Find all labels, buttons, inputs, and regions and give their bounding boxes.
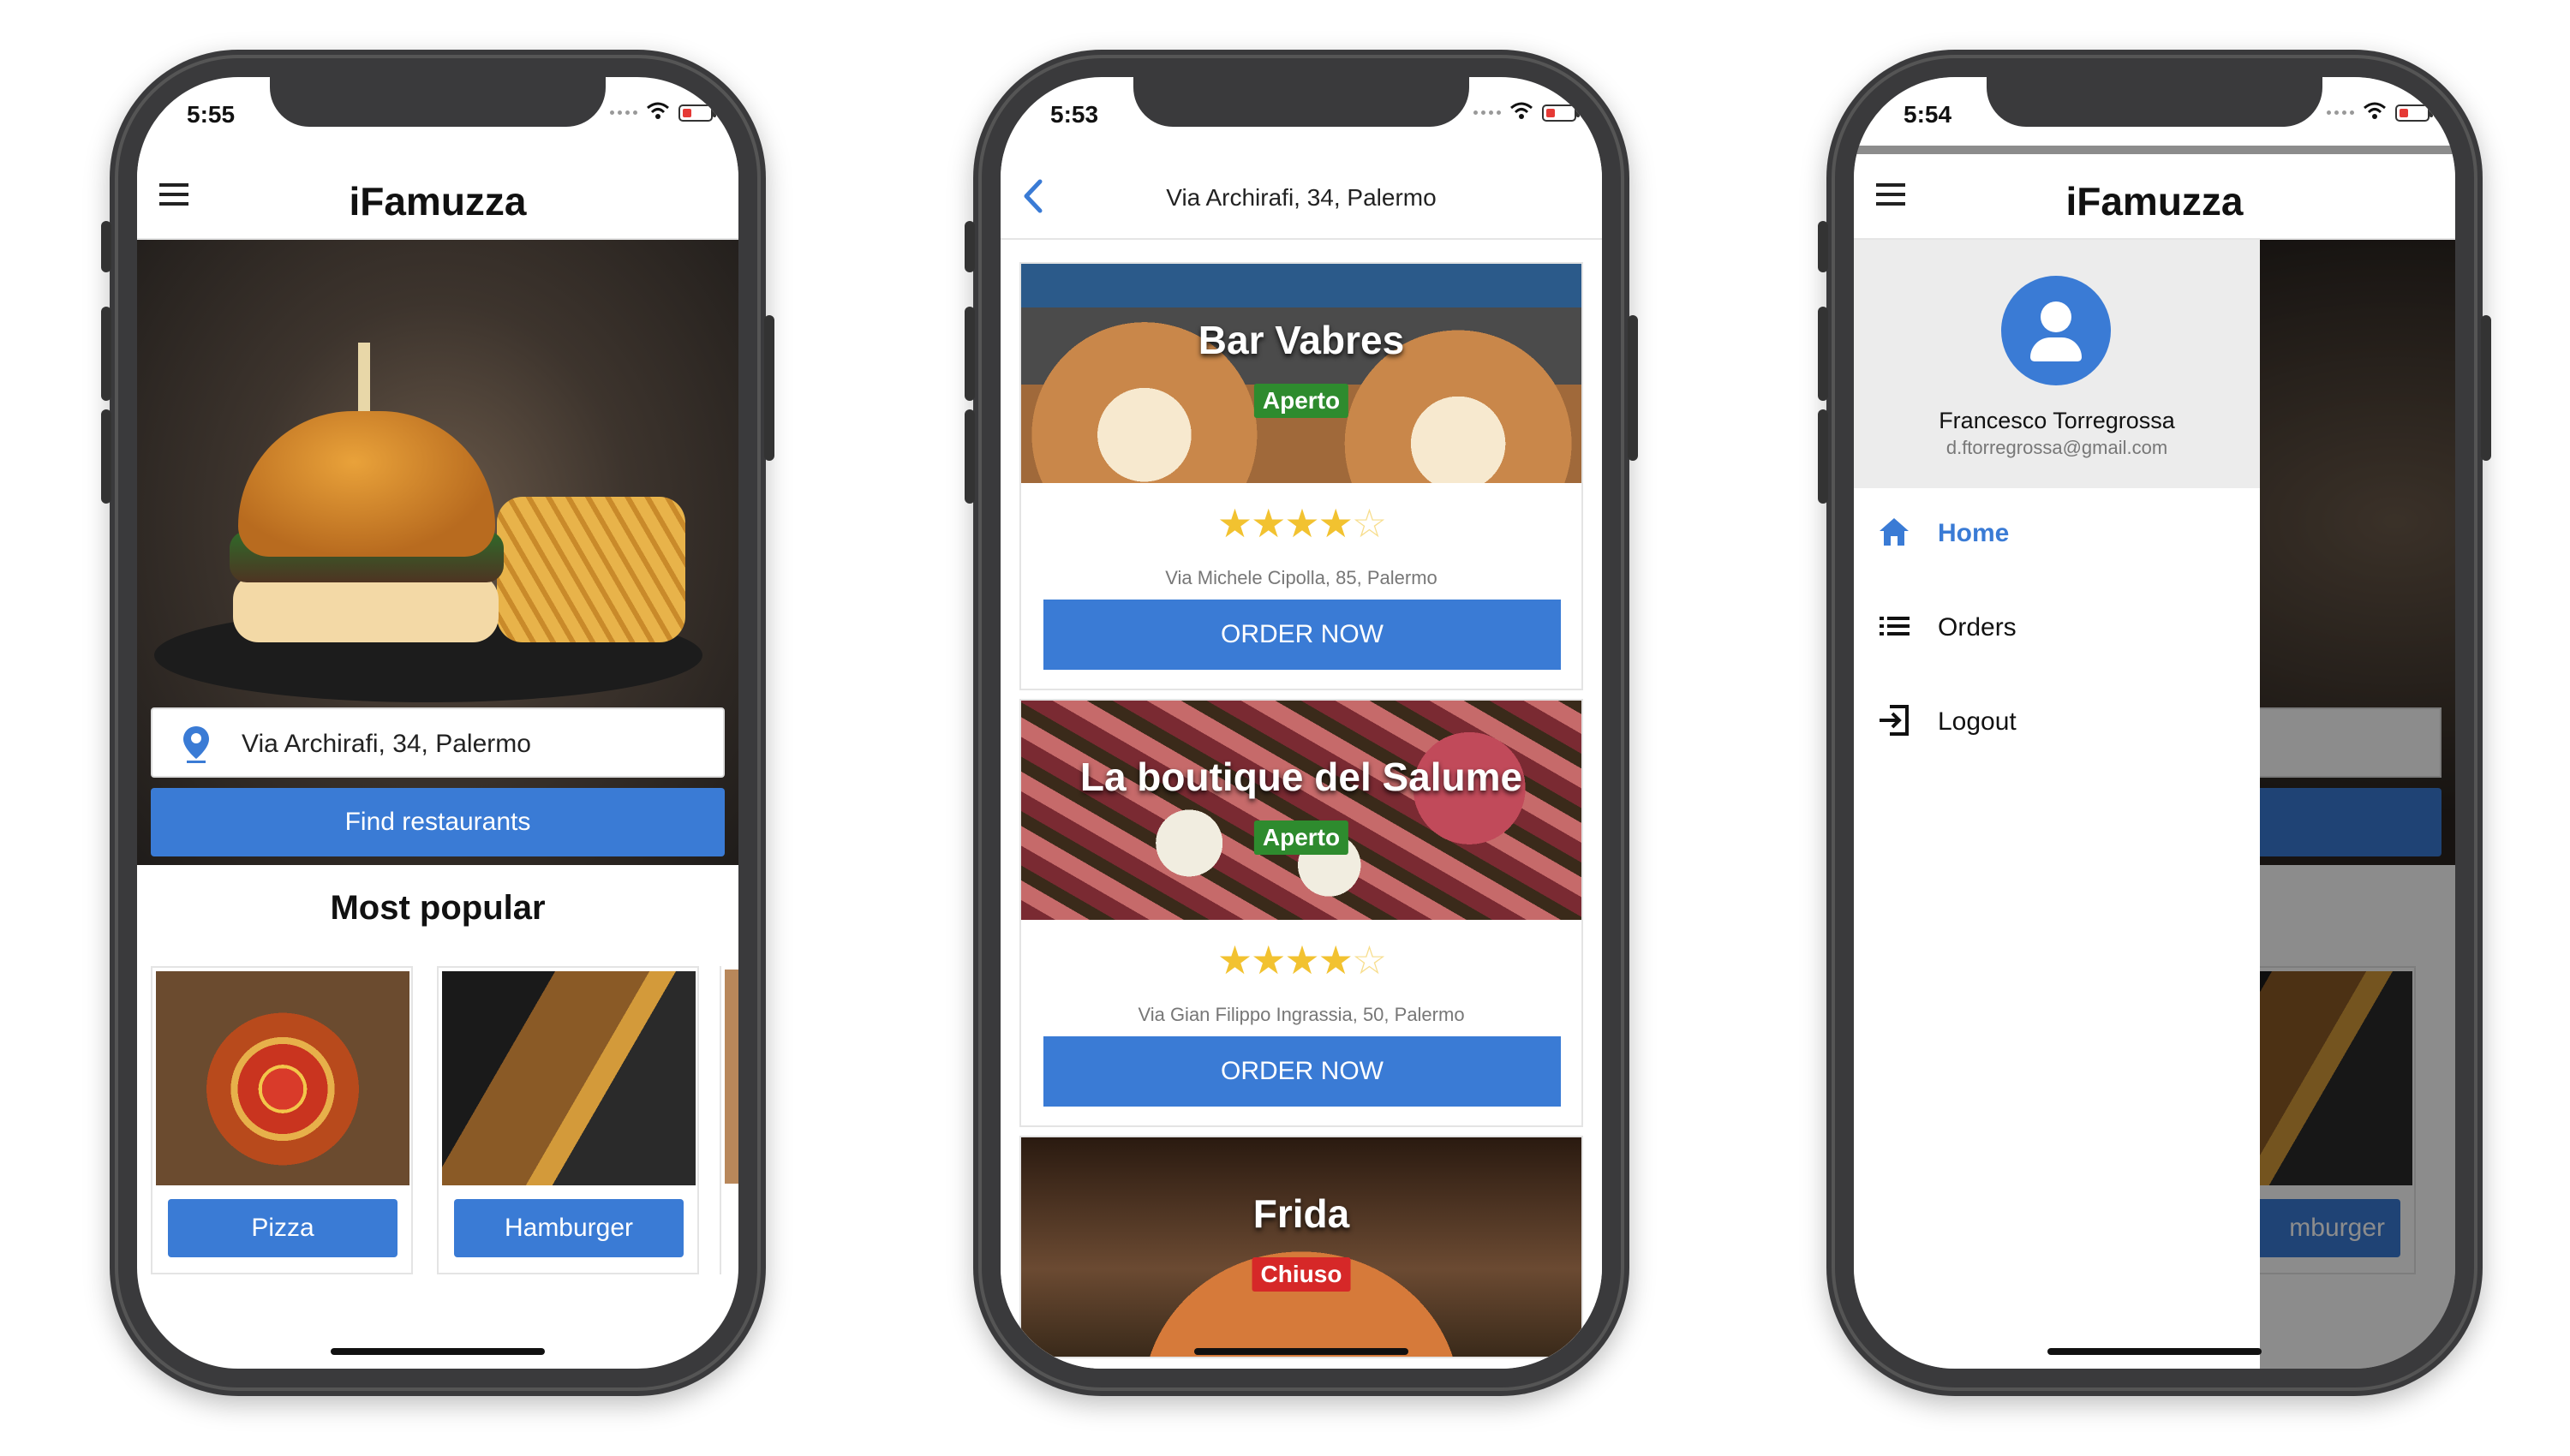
phone-drawer: mburger 5:54 iFamuzza Francesco Torregro… — [1818, 50, 2491, 1396]
restaurant-list: Bar Vabres Aperto ★★★★☆ Via Michele Cipo… — [1001, 242, 1602, 1369]
popular-card-hamburger[interactable]: Hamburger — [437, 966, 699, 1274]
wifi-icon — [646, 101, 670, 124]
restaurant-image — [1021, 264, 1581, 483]
home-indicator — [2047, 1348, 2262, 1355]
restaurant-address: Via Gian Filippo Ingrassia, 50, Palermo — [1138, 1004, 1465, 1025]
avatar-person-icon — [2001, 276, 2111, 385]
app-title: iFamuzza — [349, 179, 527, 224]
showcase-stage: 5:55 iFamuzza Via Archirafi, 34, Palermo… — [0, 0, 2570, 1456]
notch — [1987, 77, 2322, 127]
user-name: Francesco Torregrossa — [1939, 408, 2175, 433]
logout-icon — [1876, 702, 1912, 738]
burger-image — [442, 971, 696, 1185]
screen-drawer: mburger 5:54 iFamuzza Francesco Torregro… — [1854, 77, 2455, 1369]
address-input[interactable]: Via Archirafi, 34, Palermo — [151, 707, 725, 778]
home-icon — [1876, 514, 1912, 550]
restaurant-card[interactable]: Bar Vabres Aperto ★★★★☆ Via Michele Cipo… — [1019, 262, 1583, 690]
home-indicator — [1194, 1348, 1408, 1355]
popular-card-partial[interactable] — [720, 966, 738, 1274]
user-email: d.ftorregrossa@gmail.com — [1945, 437, 2168, 458]
pizza-image — [156, 971, 409, 1185]
wifi-icon — [2363, 101, 2387, 124]
pizza-button[interactable]: Pizza — [168, 1199, 397, 1257]
rating-stars: ★★★★☆ — [1216, 501, 1387, 546]
phone-home: 5:55 iFamuzza Via Archirafi, 34, Palermo… — [101, 50, 774, 1396]
app-bar: iFamuzza — [137, 154, 738, 240]
status-badge: Aperto — [1253, 820, 1349, 855]
restaurant-card[interactable]: La boutique del Salume Aperto ★★★★☆ Via … — [1019, 699, 1583, 1127]
drawer-item-label: Home — [1938, 519, 2010, 547]
signal-icon — [1473, 110, 1501, 115]
status-time: 5:54 — [1904, 101, 1952, 128]
hamburger-button[interactable]: Hamburger — [454, 1199, 684, 1257]
phone-list: 5:53 Via Archirafi, 34, Palermo Bar Vabr… — [965, 50, 1638, 1396]
header-address: Via Archirafi, 34, Palermo — [1166, 184, 1437, 211]
drawer-item-home[interactable]: Home — [1854, 493, 2260, 570]
restaurant-name: La boutique del Salume — [1079, 755, 1523, 799]
restaurant-address: Via Michele Cipolla, 85, Palermo — [1165, 567, 1437, 588]
notch — [270, 77, 606, 127]
home-indicator — [331, 1348, 545, 1355]
screen-home: 5:55 iFamuzza Via Archirafi, 34, Palermo… — [137, 77, 738, 1369]
list-icon — [1876, 608, 1912, 644]
battery-icon — [2395, 104, 2433, 122]
popular-card-pizza[interactable]: Pizza — [151, 966, 413, 1274]
app-bar: iFamuzza — [1854, 154, 2455, 240]
app-bar: Via Archirafi, 34, Palermo — [1001, 154, 1602, 240]
status-badge: Chiuso — [1252, 1257, 1351, 1292]
restaurant-name: Frida — [1252, 1191, 1350, 1236]
signal-icon — [610, 110, 637, 115]
restaurant-image — [1021, 1137, 1581, 1357]
drawer-item-label: Logout — [1938, 707, 2017, 736]
drawer-item-orders[interactable]: Orders — [1854, 588, 2260, 665]
rating-stars: ★★★★☆ — [1216, 938, 1387, 982]
status-time: 5:53 — [1050, 101, 1099, 128]
battery-icon — [678, 104, 716, 122]
notch — [1133, 77, 1469, 127]
status-time: 5:55 — [187, 101, 236, 128]
find-restaurants-button[interactable]: Find restaurants — [151, 788, 725, 856]
status-badge: Aperto — [1253, 384, 1349, 418]
wifi-icon — [1509, 101, 1533, 124]
most-popular-heading: Most popular — [330, 889, 546, 927]
app-title: iFamuzza — [2065, 179, 2244, 224]
drawer-item-label: Orders — [1938, 613, 2017, 641]
restaurant-name: Bar Vabres — [1198, 318, 1405, 362]
signal-icon — [2327, 110, 2354, 115]
screen-list: 5:53 Via Archirafi, 34, Palermo Bar Vabr… — [1001, 77, 1602, 1369]
location-pin-icon — [182, 725, 211, 764]
battery-icon — [1542, 104, 1580, 122]
order-now-button[interactable]: ORDER NOW — [1043, 1036, 1561, 1107]
restaurant-card[interactable]: Frida Chiuso — [1019, 1136, 1583, 1358]
navigation-drawer: Francesco Torregrossa d.ftorregrossa@gma… — [1854, 240, 2260, 1369]
order-now-button[interactable]: ORDER NOW — [1043, 600, 1561, 670]
drawer-header: Francesco Torregrossa d.ftorregrossa@gma… — [1854, 240, 2260, 488]
address-value: Via Archirafi, 34, Palermo — [242, 730, 531, 758]
drawer-item-logout[interactable]: Logout — [1854, 682, 2260, 759]
restaurant-image — [1021, 701, 1581, 920]
